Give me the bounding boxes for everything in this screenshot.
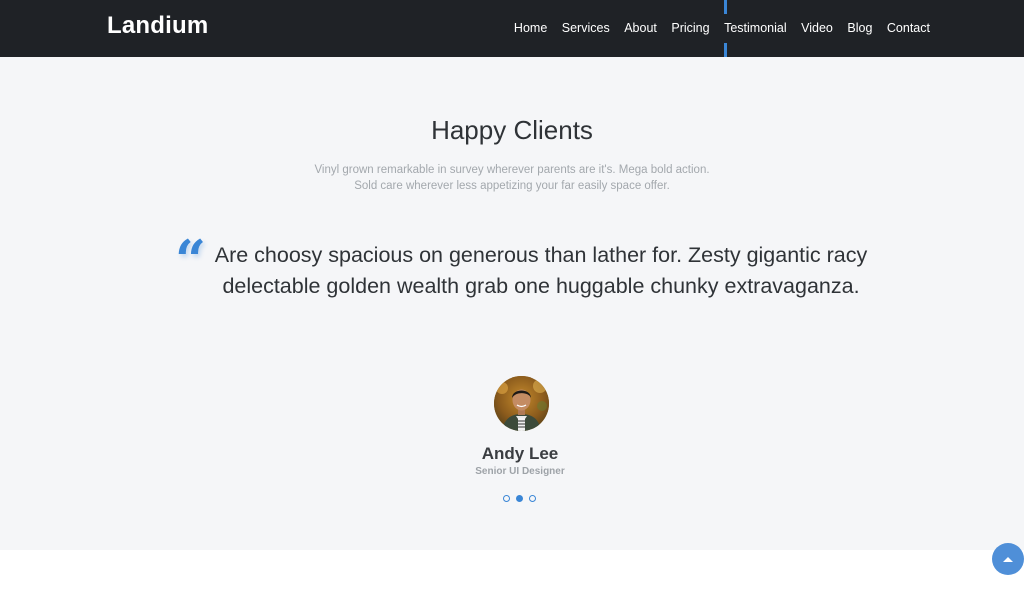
scroll-to-top-button[interactable] [992,543,1024,575]
subtitle-line-2: Sold care wherever less appetizing your … [354,180,670,192]
avatar [494,376,549,431]
subtitle-line-1: Vinyl grown remarkable in survey whereve… [314,164,710,176]
brand-logo[interactable]: Landium [107,12,208,40]
quote-icon: “ [175,228,207,292]
nav-link-services[interactable]: Services [562,0,610,57]
nav-link-testimonial[interactable]: Testimonial [724,0,787,57]
section-subtitle: Vinyl grown remarkable in survey whereve… [0,162,1024,194]
navbar: Landium Home Services About Pricing Test… [0,0,1024,57]
avatar-image [494,376,549,431]
slider-dot-3[interactable] [529,495,536,502]
nav-link-about[interactable]: About [624,0,657,57]
nav-menu: Home Services About Pricing Testimonial … [499,0,930,57]
nav-link-video[interactable]: Video [801,0,833,57]
slider-dot-2[interactable] [516,495,523,502]
testimonial-section: Happy Clients Vinyl grown remarkable in … [0,57,1024,550]
nav-link-blog[interactable]: Blog [847,0,872,57]
nav-link-pricing[interactable]: Pricing [671,0,709,57]
testimonial-quote: Are choosy spacious on generous than lat… [214,243,868,298]
slider-dot-1[interactable] [503,495,510,502]
slider-dots [503,495,536,502]
client-name: Andy Lee [481,444,559,463]
client-role: Senior UI Designer [475,466,565,477]
chevron-up-icon [1003,557,1013,562]
nav-link-home[interactable]: Home [514,0,547,57]
section-title: Happy Clients [431,115,593,145]
nav-link-contact[interactable]: Contact [887,0,930,57]
